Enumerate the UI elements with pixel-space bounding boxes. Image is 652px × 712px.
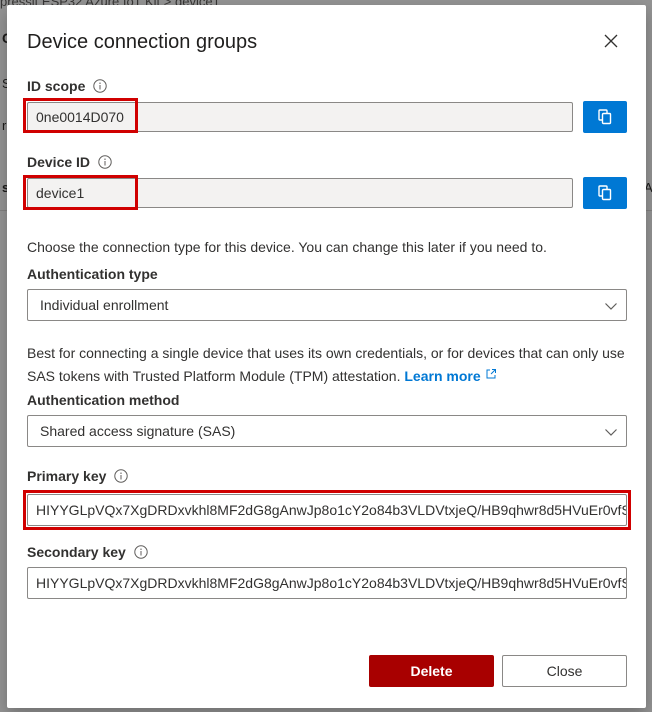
auth-method-dropdown[interactable]: Shared access signature (SAS) [27, 415, 627, 447]
auth-type-label: Authentication type [27, 266, 158, 282]
primary-key-label: Primary key [27, 468, 107, 484]
secondary-key-field[interactable]: HIYYGLpVQx7XgDRDxvkhl8MF2dG8gAnwJp8o1cY2… [27, 567, 627, 599]
device-id-label: Device ID [27, 154, 91, 170]
auth-method-label-text: Authentication method [27, 392, 180, 408]
info-icon[interactable] [114, 469, 129, 483]
secondary-key-label: Secondary key [27, 544, 126, 560]
info-icon[interactable] [93, 79, 108, 93]
learn-more-label: Learn more [404, 368, 481, 384]
external-link-icon [485, 364, 497, 379]
info-icon[interactable] [98, 155, 112, 169]
device-connection-dialog: Device connection groups ID scope 0ne001… [7, 5, 646, 708]
auth-type-description: Best for connecting a single device that… [27, 342, 627, 387]
auth-method-selected: Shared access signature (SAS) [40, 423, 236, 439]
primary-key-field[interactable]: HIYYGLpVQx7XgDRDxvkhl8MF2dG8gAnwJp8o1cY2… [27, 494, 627, 526]
learn-more-link[interactable]: Learn more [404, 368, 496, 384]
chevron-down-icon [604, 425, 618, 439]
connection-type-description: Choose the connection type for this devi… [27, 239, 547, 255]
info-icon[interactable] [134, 545, 148, 559]
secondary-key-label-row: Secondary key [27, 544, 148, 560]
device-id-field[interactable]: device1 [27, 178, 573, 208]
copy-id-scope-button[interactable] [583, 101, 627, 133]
device-id-label-row: Device ID [27, 154, 112, 170]
auth-type-label-text: Authentication type [27, 266, 158, 282]
auth-type-dropdown[interactable]: Individual enrollment [27, 289, 627, 321]
dialog-title: Device connection groups [27, 31, 258, 53]
close-button[interactable]: Close [502, 655, 627, 687]
primary-key-label-row: Primary key [27, 468, 129, 484]
auth-type-selected: Individual enrollment [40, 297, 169, 313]
close-icon[interactable] [601, 31, 621, 51]
copy-icon [598, 109, 612, 125]
auth-method-label: Authentication method [27, 392, 179, 408]
id-scope-label-row: ID scope [27, 78, 108, 94]
id-scope-label: ID scope [27, 78, 86, 94]
chevron-down-icon [604, 299, 618, 313]
copy-device-id-button[interactable] [583, 177, 627, 209]
copy-icon [598, 185, 612, 201]
id-scope-field[interactable]: 0ne0014D070 [27, 102, 573, 132]
auth-description-text: Best for connecting a single device that… [27, 345, 625, 384]
delete-button[interactable]: Delete [369, 655, 494, 687]
